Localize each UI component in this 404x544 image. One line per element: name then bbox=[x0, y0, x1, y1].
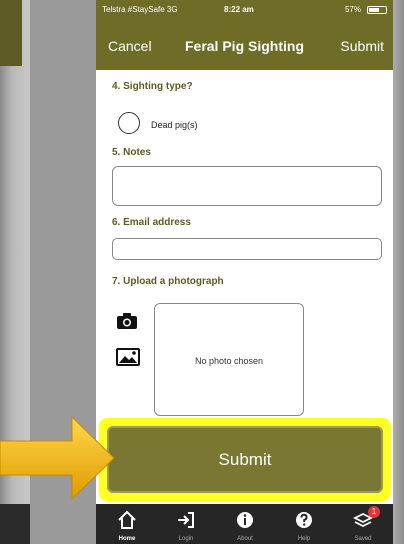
carrier-text: Telstra #StaySafe 3G bbox=[102, 5, 178, 14]
left-screen-tabbar bbox=[0, 504, 30, 544]
notes-field[interactable] bbox=[112, 166, 382, 206]
tab-help[interactable]: Help bbox=[279, 504, 329, 544]
email-label: 6. Email address bbox=[112, 217, 191, 228]
dead-pigs-label[interactable]: Dead pig(s) bbox=[151, 120, 198, 130]
arrow-pointer-icon bbox=[0, 415, 115, 501]
tab-about[interactable]: About bbox=[220, 504, 270, 544]
gallery-icon[interactable] bbox=[116, 348, 140, 366]
right-background-screen bbox=[392, 0, 404, 544]
email-field[interactable] bbox=[112, 238, 382, 260]
login-icon bbox=[178, 512, 194, 528]
upload-photo-label: 7. Upload a photograph bbox=[112, 276, 224, 287]
sighting-type-label: 4. Sighting type? bbox=[112, 81, 193, 92]
app-header: Telstra #StaySafe 3G 8:22 am 57% Cancel … bbox=[96, 0, 393, 70]
battery-percent: 57% bbox=[344, 5, 361, 14]
left-screen-header bbox=[0, 0, 22, 66]
tab-login[interactable]: Login bbox=[161, 504, 211, 544]
tab-home[interactable]: Home bbox=[102, 504, 152, 544]
info-icon bbox=[237, 512, 253, 528]
saved-badge: 1 bbox=[368, 506, 380, 518]
clock-text: 8:22 am bbox=[224, 5, 254, 14]
tab-help-label: Help bbox=[297, 536, 311, 542]
tab-about-label: About bbox=[237, 536, 253, 542]
help-icon bbox=[296, 512, 312, 528]
header-submit-button[interactable]: Submit bbox=[340, 38, 384, 54]
tab-home-label: Home bbox=[118, 536, 136, 542]
tab-saved[interactable]: 1 Saved bbox=[338, 504, 388, 544]
submit-button[interactable]: Submit bbox=[107, 426, 383, 493]
status-bar: Telstra #StaySafe 3G 8:22 am 57% bbox=[102, 3, 387, 17]
tab-login-label: Login bbox=[178, 536, 194, 542]
tab-bar: Home Login About Help 1 Saved bbox=[96, 504, 393, 544]
submit-highlight: Submit bbox=[99, 418, 391, 501]
phone-screen: Telstra #StaySafe 3G 8:22 am 57% Cancel … bbox=[96, 0, 393, 544]
photo-preview[interactable]: No photo chosen bbox=[154, 303, 304, 416]
no-photo-text: No photo chosen bbox=[194, 356, 264, 366]
battery-icon bbox=[367, 6, 387, 14]
dead-pigs-radio[interactable] bbox=[118, 112, 140, 134]
tab-saved-label: Saved bbox=[354, 536, 372, 542]
home-icon bbox=[118, 510, 136, 529]
notes-label: 5. Notes bbox=[112, 147, 151, 158]
camera-icon[interactable] bbox=[116, 312, 138, 330]
